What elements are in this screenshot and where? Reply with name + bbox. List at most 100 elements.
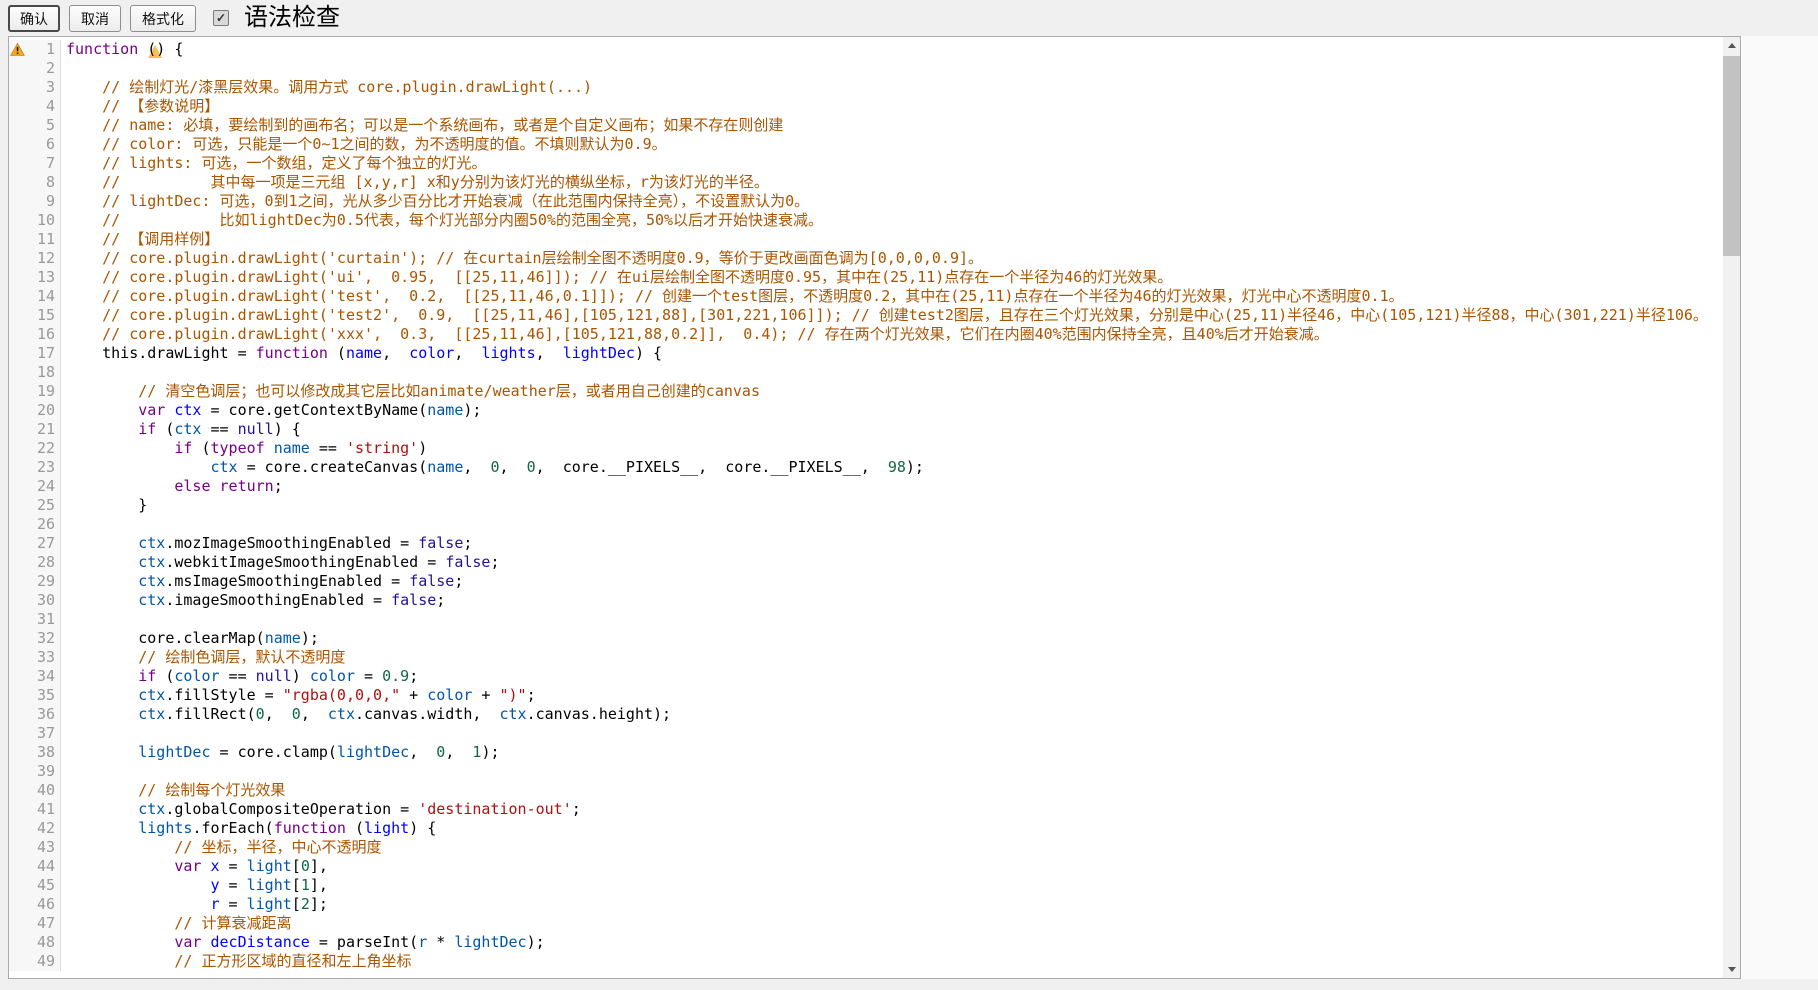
- code-area[interactable]: 1function () {23 // 绘制灯光/漆黑层效果。调用方式 core…: [9, 37, 1723, 978]
- code-line[interactable]: 49 // 正方形区域的直径和左上角坐标: [9, 952, 1723, 971]
- code-line[interactable]: 41 ctx.globalCompositeOperation = 'desti…: [9, 800, 1723, 819]
- code-line[interactable]: 26: [9, 515, 1723, 534]
- code-line[interactable]: 35 ctx.fillStyle = "rgba(0,0,0," + color…: [9, 686, 1723, 705]
- code-line-text[interactable]: y = light[1],: [61, 876, 1723, 895]
- code-line-text[interactable]: function () {: [61, 40, 1723, 59]
- code-line-text[interactable]: // 【调用样例】: [61, 230, 1723, 249]
- code-line-text[interactable]: if (ctx == null) {: [61, 420, 1723, 439]
- code-line-text[interactable]: ctx.fillRect(0, 0, ctx.canvas.width, ctx…: [61, 705, 1723, 724]
- code-line[interactable]: 18: [9, 363, 1723, 382]
- code-line[interactable]: 39: [9, 762, 1723, 781]
- code-line-text[interactable]: // core.plugin.drawLight('curtain'); // …: [61, 249, 1723, 268]
- code-line[interactable]: 25 }: [9, 496, 1723, 515]
- code-line[interactable]: 30 ctx.imageSmoothingEnabled = false;: [9, 591, 1723, 610]
- code-line[interactable]: 12 // core.plugin.drawLight('curtain'); …: [9, 249, 1723, 268]
- code-line-text[interactable]: // core.plugin.drawLight('xxx', 0.3, [[2…: [61, 325, 1723, 344]
- scrollbar-thumb[interactable]: [1723, 56, 1740, 256]
- code-line[interactable]: 21 if (ctx == null) {: [9, 420, 1723, 439]
- code-line[interactable]: 33 // 绘制色调层，默认不透明度: [9, 648, 1723, 667]
- code-line-text[interactable]: // 计算衰减距离: [61, 914, 1723, 933]
- code-line-text[interactable]: [61, 515, 1723, 534]
- code-line-text[interactable]: r = light[2];: [61, 895, 1723, 914]
- code-line-text[interactable]: ctx.globalCompositeOperation = 'destinat…: [61, 800, 1723, 819]
- code-line-text[interactable]: [61, 762, 1723, 781]
- scroll-up-button[interactable]: [1723, 37, 1740, 54]
- code-line[interactable]: 1function () {: [9, 40, 1723, 59]
- code-line-text[interactable]: var x = light[0],: [61, 857, 1723, 876]
- code-line[interactable]: 2: [9, 59, 1723, 78]
- code-line-text[interactable]: // name: 必填，要绘制到的画布名；可以是一个系统画布，或者是个自定义画布…: [61, 116, 1723, 135]
- code-line-text[interactable]: var ctx = core.getContextByName(name);: [61, 401, 1723, 420]
- code-editor[interactable]: 1function () {23 // 绘制灯光/漆黑层效果。调用方式 core…: [8, 36, 1741, 979]
- code-line[interactable]: 15 // core.plugin.drawLight('test2', 0.9…: [9, 306, 1723, 325]
- code-line-text[interactable]: // core.plugin.drawLight('test', 0.2, [[…: [61, 287, 1723, 306]
- code-line[interactable]: 19 // 清空色调层；也可以修改成其它层比如animate/weather层，…: [9, 382, 1723, 401]
- code-line[interactable]: 34 if (color == null) color = 0.9;: [9, 667, 1723, 686]
- code-line[interactable]: 46 r = light[2];: [9, 895, 1723, 914]
- code-line[interactable]: 45 y = light[1],: [9, 876, 1723, 895]
- code-line[interactable]: 20 var ctx = core.getContextByName(name)…: [9, 401, 1723, 420]
- code-line-text[interactable]: // lightDec: 可选，0到1之间，光从多少百分比才开始衰减（在此范围内…: [61, 192, 1723, 211]
- code-line[interactable]: 14 // core.plugin.drawLight('test', 0.2,…: [9, 287, 1723, 306]
- code-line-text[interactable]: this.drawLight = function (name, color, …: [61, 344, 1723, 363]
- code-line-text[interactable]: // 绘制色调层，默认不透明度: [61, 648, 1723, 667]
- code-line-text[interactable]: // 绘制灯光/漆黑层效果。调用方式 core.plugin.drawLight…: [61, 78, 1723, 97]
- code-line-text[interactable]: // 坐标，半径，中心不透明度: [61, 838, 1723, 857]
- code-line[interactable]: 37: [9, 724, 1723, 743]
- code-line[interactable]: 22 if (typeof name == 'string'): [9, 439, 1723, 458]
- code-line-text[interactable]: // lights: 可选，一个数组，定义了每个独立的灯光。: [61, 154, 1723, 173]
- code-line-text[interactable]: // 【参数说明】: [61, 97, 1723, 116]
- confirm-button[interactable]: 确认: [8, 5, 60, 32]
- code-line[interactable]: 17 this.drawLight = function (name, colo…: [9, 344, 1723, 363]
- code-line[interactable]: 10 // 比如lightDec为0.5代表，每个灯光部分内圈50%的范围全亮，…: [9, 211, 1723, 230]
- code-line[interactable]: 11 // 【调用样例】: [9, 230, 1723, 249]
- code-line-text[interactable]: // core.plugin.drawLight('ui', 0.95, [[2…: [61, 268, 1723, 287]
- code-line-text[interactable]: ctx.imageSmoothingEnabled = false;: [61, 591, 1723, 610]
- code-line-text[interactable]: var decDistance = parseInt(r * lightDec)…: [61, 933, 1723, 952]
- code-line[interactable]: 31: [9, 610, 1723, 629]
- code-line[interactable]: 7 // lights: 可选，一个数组，定义了每个独立的灯光。: [9, 154, 1723, 173]
- code-line-text[interactable]: // 正方形区域的直径和左上角坐标: [61, 952, 1723, 971]
- code-line[interactable]: 47 // 计算衰减距离: [9, 914, 1723, 933]
- code-line[interactable]: 24 else return;: [9, 477, 1723, 496]
- code-line[interactable]: 13 // core.plugin.drawLight('ui', 0.95, …: [9, 268, 1723, 287]
- code-line[interactable]: 4 // 【参数说明】: [9, 97, 1723, 116]
- code-line-text[interactable]: core.clearMap(name);: [61, 629, 1723, 648]
- code-line-text[interactable]: lightDec = core.clamp(lightDec, 0, 1);: [61, 743, 1723, 762]
- code-line-text[interactable]: ctx.msImageSmoothingEnabled = false;: [61, 572, 1723, 591]
- code-line[interactable]: 28 ctx.webkitImageSmoothingEnabled = fal…: [9, 553, 1723, 572]
- code-line[interactable]: 42 lights.forEach(function (light) {: [9, 819, 1723, 838]
- code-line-text[interactable]: ctx = core.createCanvas(name, 0, 0, core…: [61, 458, 1723, 477]
- scroll-down-button[interactable]: [1723, 961, 1740, 978]
- code-line-text[interactable]: ctx.mozImageSmoothingEnabled = false;: [61, 534, 1723, 553]
- code-line-text[interactable]: [61, 59, 1723, 78]
- format-button[interactable]: 格式化: [130, 5, 196, 32]
- code-line[interactable]: 38 lightDec = core.clamp(lightDec, 0, 1)…: [9, 743, 1723, 762]
- code-line-text[interactable]: lights.forEach(function (light) {: [61, 819, 1723, 838]
- code-line[interactable]: 29 ctx.msImageSmoothingEnabled = false;: [9, 572, 1723, 591]
- code-line-text[interactable]: // 比如lightDec为0.5代表，每个灯光部分内圈50%的范围全亮，50%…: [61, 211, 1723, 230]
- code-line[interactable]: 43 // 坐标，半径，中心不透明度: [9, 838, 1723, 857]
- code-line-text[interactable]: [61, 363, 1723, 382]
- code-line-text[interactable]: }: [61, 496, 1723, 515]
- code-line[interactable]: 27 ctx.mozImageSmoothingEnabled = false;: [9, 534, 1723, 553]
- code-line[interactable]: 23 ctx = core.createCanvas(name, 0, 0, c…: [9, 458, 1723, 477]
- code-line[interactable]: 9 // lightDec: 可选，0到1之间，光从多少百分比才开始衰减（在此范…: [9, 192, 1723, 211]
- code-line[interactable]: 44 var x = light[0],: [9, 857, 1723, 876]
- code-line-text[interactable]: ctx.webkitImageSmoothingEnabled = false;: [61, 553, 1723, 572]
- code-line-text[interactable]: else return;: [61, 477, 1723, 496]
- code-line[interactable]: 8 // 其中每一项是三元组 [x,y,r] x和y分别为该灯光的横纵坐标，r为…: [9, 173, 1723, 192]
- code-line[interactable]: 40 // 绘制每个灯光效果: [9, 781, 1723, 800]
- code-line[interactable]: 16 // core.plugin.drawLight('xxx', 0.3, …: [9, 325, 1723, 344]
- code-line-text[interactable]: if (color == null) color = 0.9;: [61, 667, 1723, 686]
- cancel-button[interactable]: 取消: [69, 5, 121, 32]
- code-line-text[interactable]: // 清空色调层；也可以修改成其它层比如animate/weather层，或者用…: [61, 382, 1723, 401]
- code-line[interactable]: 3 // 绘制灯光/漆黑层效果。调用方式 core.plugin.drawLig…: [9, 78, 1723, 97]
- code-line-text[interactable]: [61, 610, 1723, 629]
- code-line-text[interactable]: ctx.fillStyle = "rgba(0,0,0," + color + …: [61, 686, 1723, 705]
- syntax-check-checkbox[interactable]: ✓: [213, 10, 229, 26]
- code-line[interactable]: 36 ctx.fillRect(0, 0, ctx.canvas.width, …: [9, 705, 1723, 724]
- code-line-text[interactable]: // 绘制每个灯光效果: [61, 781, 1723, 800]
- code-line-text[interactable]: // core.plugin.drawLight('test2', 0.9, […: [61, 306, 1723, 325]
- code-line-text[interactable]: if (typeof name == 'string'): [61, 439, 1723, 458]
